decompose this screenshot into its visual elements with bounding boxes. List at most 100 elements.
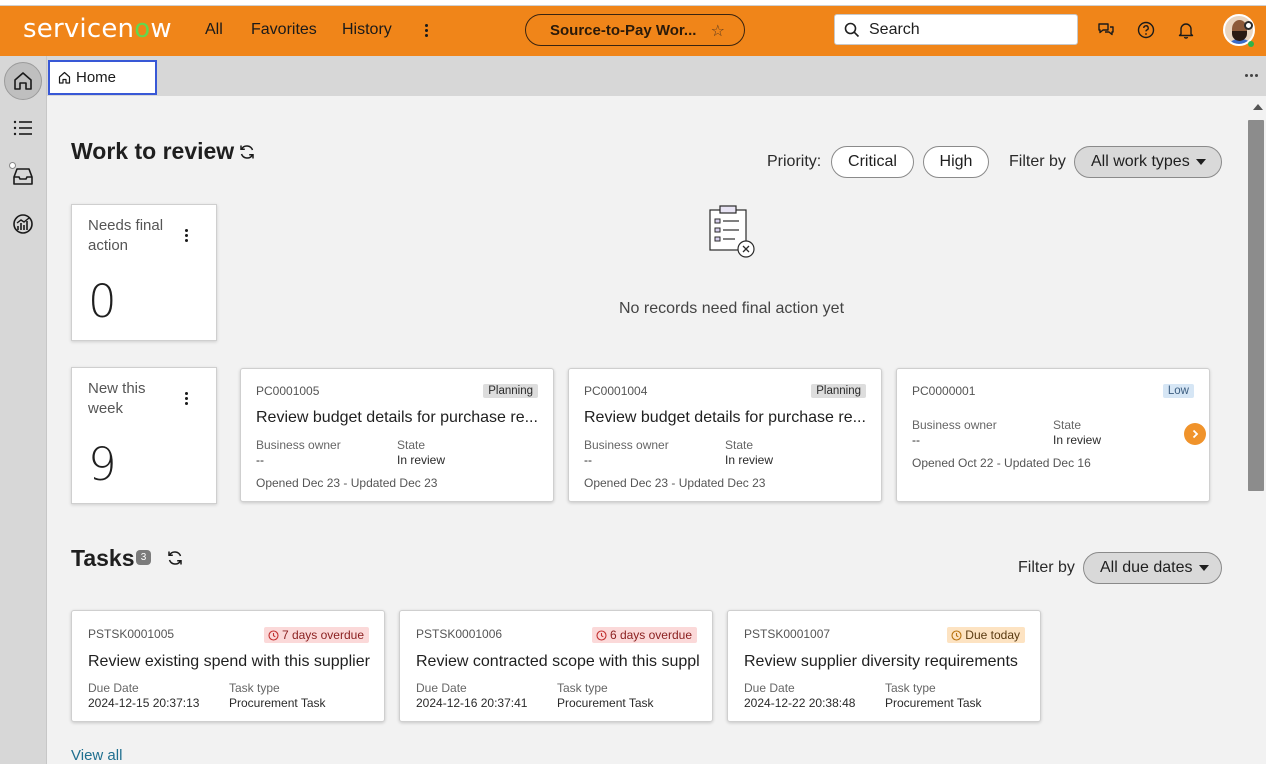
left-rail	[0, 56, 47, 764]
home-icon	[58, 71, 71, 84]
task-type-label: Task type	[229, 681, 280, 695]
refresh-icon[interactable]	[166, 549, 184, 567]
scrollbar-thumb[interactable]	[1248, 120, 1264, 491]
due-badge: 7 days overdue	[263, 627, 369, 643]
tab-bar: Home	[47, 56, 1266, 96]
record-title: Review budget details for purchase re...	[584, 409, 866, 426]
owner-value: --	[912, 433, 920, 447]
search-placeholder: Search	[869, 20, 920, 38]
task-number: PSTSK0001005	[88, 627, 175, 641]
rail-list[interactable]	[4, 109, 42, 147]
owner-label: Business owner	[584, 438, 669, 452]
task-number: PSTSK0001007	[744, 627, 831, 641]
opened-updated: Opened Dec 23 - Updated Dec 23	[256, 476, 438, 490]
task-type-value: Procurement Task	[557, 696, 654, 710]
status-badge: Planning	[483, 384, 538, 398]
due-date-label: Due Date	[416, 681, 467, 695]
due-date-filter-value: All due dates	[1100, 559, 1193, 576]
due-date-filter-dropdown[interactable]: All due dates	[1083, 552, 1222, 584]
due-date-value: 2024-12-15 20:37:13	[88, 696, 200, 710]
tasks-filter-label: Filter by	[1018, 559, 1075, 576]
scroll-up-arrow-icon[interactable]	[1253, 104, 1263, 110]
task-type-value: Procurement Task	[885, 696, 982, 710]
review-card[interactable]: PC0001004 Planning Review budget details…	[568, 368, 882, 502]
priority-chip-high[interactable]: High	[923, 146, 989, 178]
task-type-label: Task type	[885, 681, 936, 695]
work-to-review-title: Work to review	[71, 138, 235, 164]
chevron-down-icon	[1195, 159, 1206, 165]
rail-analytics[interactable]	[4, 205, 42, 243]
stat-value: 0	[88, 275, 117, 328]
search-input[interactable]: Search	[834, 14, 1078, 45]
nav-all[interactable]: All	[205, 21, 223, 39]
due-date-value: 2024-12-22 20:38:48	[744, 696, 856, 710]
task-type-label: Task type	[557, 681, 608, 695]
opened-updated: Opened Dec 23 - Updated Dec 23	[584, 476, 766, 490]
nav-history[interactable]: History	[342, 21, 392, 39]
empty-state-message: No records need final action yet	[619, 300, 845, 317]
record-title: Review budget details for purchase re...	[256, 409, 538, 426]
stat-card-new-this-week[interactable]: New this week 9	[71, 367, 217, 504]
work-type-filter-dropdown[interactable]: All work types	[1074, 146, 1222, 178]
home-icon	[14, 72, 32, 90]
tasks-title: Tasks	[71, 545, 135, 571]
tab-home[interactable]: Home	[48, 60, 157, 95]
review-card[interactable]: PC0000001 Low Business owner -- State In…	[896, 368, 1210, 502]
star-icon[interactable]: ☆	[711, 21, 725, 41]
state-label: State	[397, 438, 426, 452]
rail-inbox[interactable]	[4, 157, 42, 195]
search-icon	[844, 22, 860, 37]
help-icon[interactable]	[1136, 20, 1156, 40]
top-header: servicenow All Favorites History Source-…	[0, 6, 1266, 56]
stat-label: Needs final action	[88, 217, 164, 254]
state-value: In review	[725, 453, 774, 467]
view-all-tasks-link[interactable]: View all	[71, 747, 122, 764]
clock-icon	[951, 629, 962, 641]
stat-card-needs-final-action[interactable]: Needs final action 0	[71, 204, 217, 341]
clipboard-empty-icon	[709, 205, 755, 258]
stat-more-icon[interactable]	[182, 392, 190, 408]
rail-home[interactable]	[4, 62, 42, 100]
chat-icon[interactable]	[1096, 20, 1116, 40]
tasks-count-badge: 3	[136, 550, 151, 565]
opened-updated: Opened Oct 22 - Updated Dec 16	[912, 456, 1091, 470]
online-status-icon	[1248, 41, 1254, 47]
owner-value: --	[584, 453, 592, 467]
due-date-value: 2024-12-16 20:37:41	[416, 696, 528, 710]
carousel-next-button[interactable]	[1184, 423, 1206, 445]
task-card[interactable]: PSTSK0001006 6 days overdue Review contr…	[399, 610, 713, 722]
clock-icon	[268, 629, 279, 641]
task-title: Review supplier diversity requirements	[744, 653, 1018, 670]
status-badge: Planning	[811, 384, 866, 398]
bell-icon[interactable]	[1176, 20, 1196, 40]
task-card[interactable]: PSTSK0001005 7 days overdue Review exist…	[71, 610, 385, 722]
nav-more-menu[interactable]	[418, 18, 434, 42]
chevron-right-icon	[1192, 429, 1199, 439]
task-type-value: Procurement Task	[229, 696, 326, 710]
analytics-icon	[13, 214, 33, 234]
owner-label: Business owner	[912, 418, 997, 432]
due-badge: 6 days overdue	[591, 627, 697, 643]
priority-label: Priority:	[767, 153, 822, 170]
state-value: In review	[397, 453, 446, 467]
app-title-pill[interactable]: Source-to-Pay Wor... ☆	[525, 14, 745, 46]
refresh-icon[interactable]	[238, 143, 256, 161]
stat-label: New this week	[88, 380, 146, 417]
state-label: State	[1053, 418, 1082, 432]
task-card[interactable]: PSTSK0001007 Due today Review supplier d…	[727, 610, 1041, 722]
work-filter-label: Filter by	[1009, 153, 1066, 170]
app-title: Source-to-Pay Wor...	[550, 21, 697, 39]
priority-chip-critical[interactable]: Critical	[831, 146, 914, 178]
tab-more-menu[interactable]	[1245, 74, 1258, 77]
review-card[interactable]: PC0001005 Planning Review budget details…	[240, 368, 554, 502]
stat-value: 9	[88, 438, 117, 491]
impersonation-indicator-icon	[1244, 21, 1253, 30]
due-badge: Due today	[947, 627, 1025, 643]
carousel-fade	[1209, 366, 1222, 504]
list-icon	[13, 120, 32, 136]
servicenow-logo[interactable]: servicenow	[23, 14, 172, 44]
nav-favorites[interactable]: Favorites	[251, 21, 317, 39]
stat-more-icon[interactable]	[182, 229, 190, 245]
tab-home-label: Home	[76, 69, 117, 86]
main-content: Work to review Priority: Critical High F…	[47, 96, 1246, 764]
